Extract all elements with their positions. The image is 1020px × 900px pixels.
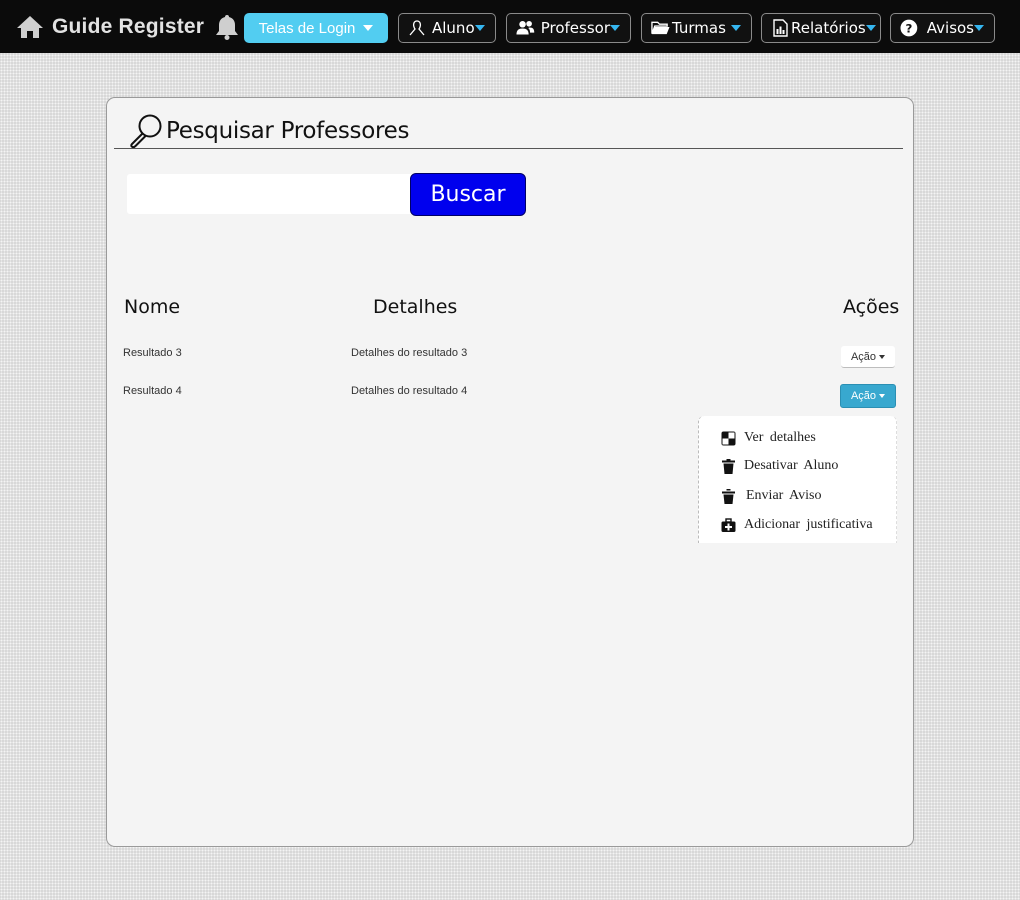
nav-turmas[interactable]: Turmas	[641, 13, 752, 43]
action-label: Ação	[850, 350, 877, 363]
chevron-down-icon	[866, 25, 876, 31]
top-navbar: Guide Register Telas de Login Aluno Prof…	[0, 0, 1020, 53]
page-title: Pesquisar Professores	[166, 118, 410, 144]
menu-item-adicionar-justificativa[interactable]: Adicionar justificativa	[721, 517, 873, 533]
home-icon[interactable]	[16, 14, 44, 40]
bell-icon[interactable]	[212, 13, 242, 41]
menu-item-label: Ver detalhes	[744, 430, 816, 445]
chevron-down-icon	[610, 25, 620, 31]
report-icon	[773, 19, 788, 37]
chevron-down-icon	[974, 25, 984, 31]
nav-login-label: Telas de Login	[258, 19, 356, 37]
search-panel: Pesquisar Professores Buscar Nome Detalh…	[106, 97, 914, 847]
column-header-acoes: Ações	[843, 296, 900, 318]
nav-avisos-label: Avisos	[926, 19, 974, 37]
folder-icon	[651, 21, 670, 35]
caret-down-icon	[879, 394, 886, 398]
chevron-down-icon	[363, 25, 374, 31]
users-icon	[516, 20, 535, 35]
medkit-icon	[721, 517, 736, 532]
menu-item-label: Adicionar justificativa	[744, 517, 873, 532]
menu-item-enviar-aviso[interactable]: Enviar Aviso	[721, 488, 821, 504]
chevron-down-icon	[475, 25, 485, 31]
help-icon: ?	[900, 19, 918, 37]
nav-professor[interactable]: Professor	[506, 13, 631, 43]
action-label: Ação	[850, 390, 877, 402]
checker-icon	[721, 431, 736, 445]
menu-item-ver-detalhes[interactable]: Ver detalhes	[721, 430, 816, 446]
svg-text:?: ?	[905, 21, 912, 35]
search-button[interactable]: Buscar	[410, 173, 526, 216]
brand[interactable]: Guide Register	[16, 11, 242, 43]
nav-telas-de-login[interactable]: Telas de Login	[244, 13, 388, 43]
caret-down-icon	[879, 354, 886, 359]
user-icon	[409, 20, 425, 36]
header-divider	[114, 148, 903, 149]
search-input[interactable]	[127, 174, 417, 214]
magnifier-icon	[130, 114, 162, 149]
action-dropdown-menu: Ver detalhes Desativar Aluno Enviar Avis…	[698, 416, 897, 543]
nav-aluno-label: Aluno	[432, 19, 475, 37]
trash-icon	[722, 458, 735, 474]
row-detalhes: Detalhes do resultado 4	[351, 385, 468, 397]
menu-item-label: Enviar Aviso	[746, 488, 822, 503]
row-detalhes: Detalhes do resultado 3	[351, 347, 468, 359]
nav-relatorios-label: Relatórios	[791, 19, 866, 37]
row-nome: Resultado 4	[123, 385, 182, 397]
nav-turmas-label: Turmas	[672, 19, 726, 37]
nav-professor-label: Professor	[540, 19, 610, 37]
action-button-row-2[interactable]: Ação	[840, 384, 896, 408]
nav-avisos[interactable]: ? Avisos	[890, 13, 995, 43]
menu-item-label: Desativar Aluno	[744, 458, 839, 473]
nav-relatorios[interactable]: Relatórios	[761, 13, 881, 43]
upload-trash-icon	[722, 488, 735, 504]
nav-aluno[interactable]: Aluno	[398, 13, 496, 43]
chevron-down-icon	[731, 25, 741, 31]
page-header: Pesquisar Professores	[127, 112, 409, 150]
column-header-nome: Nome	[124, 296, 181, 318]
row-nome: Resultado 3	[123, 347, 182, 359]
app-title: Guide Register	[52, 15, 205, 38]
menu-item-desativar-aluno[interactable]: Desativar Aluno	[721, 458, 838, 474]
column-header-detalhes: Detalhes	[373, 296, 458, 318]
action-button-row-1[interactable]: Ação	[841, 346, 895, 368]
